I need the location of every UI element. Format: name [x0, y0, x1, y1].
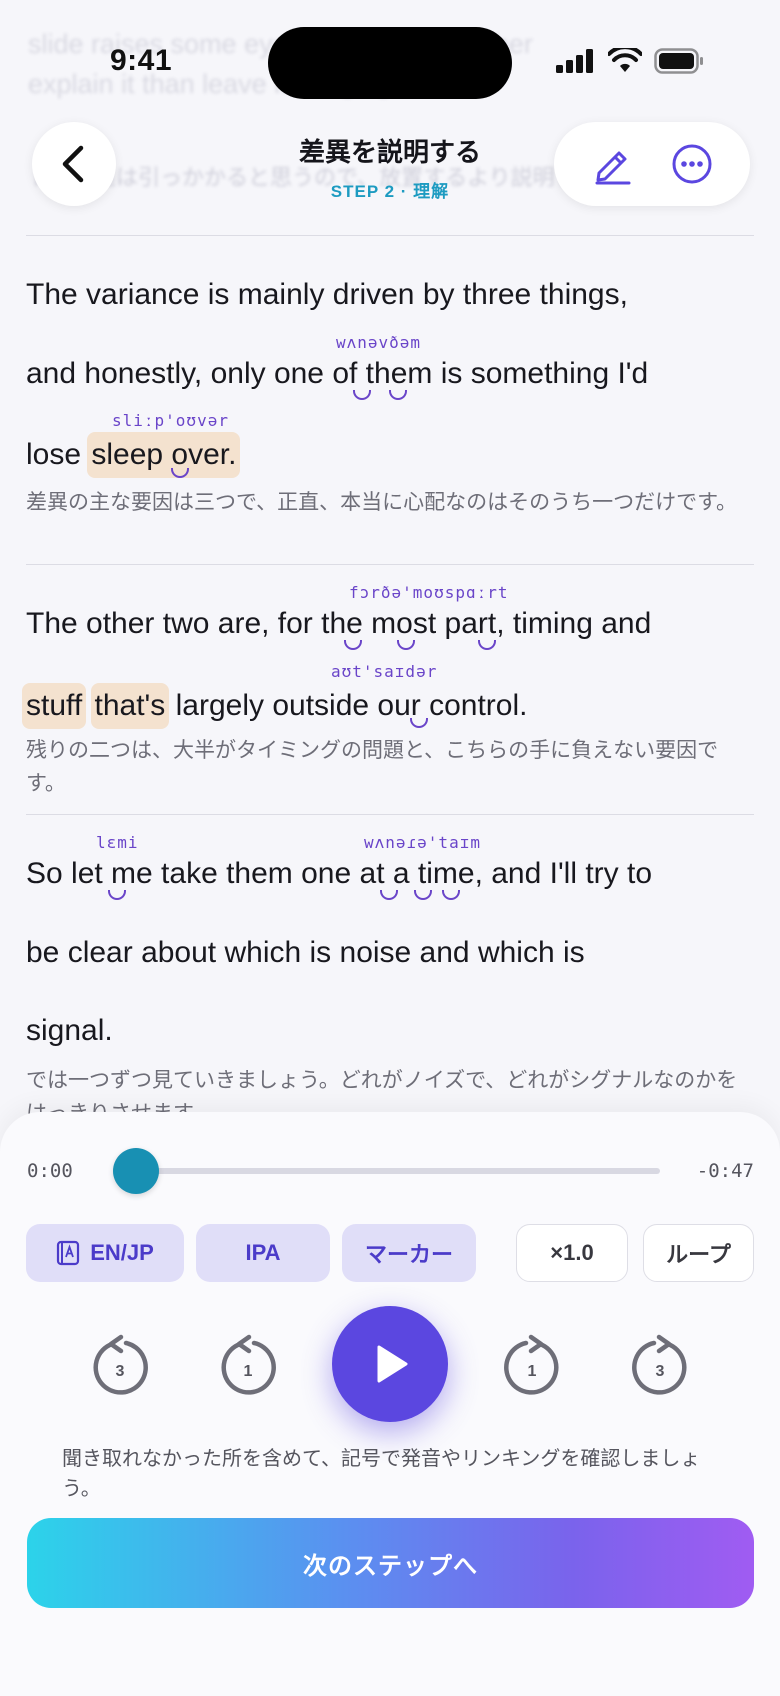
status-bar: 9:41: [0, 0, 780, 110]
ipa-annotation: lɛmi: [96, 833, 139, 852]
sentence-line: So let me take them one at a time, and I…: [26, 857, 653, 890]
pencil-icon: [595, 151, 631, 185]
loop-label: ループ: [666, 1242, 731, 1267]
battery-icon: [654, 48, 703, 74]
skip-forward-1-label: 1: [528, 1363, 537, 1380]
ipa-annotation: aʊt'saɪdər: [331, 662, 438, 681]
toggle-ipa[interactable]: IPA: [196, 1224, 330, 1282]
header-title-group: 差異を説明する STEP 2 · 理解: [190, 132, 590, 202]
remaining-time: -0:47: [696, 1160, 754, 1182]
speed-label: ×1.0: [550, 1240, 594, 1265]
sentence-line: The other two are, for the most part, ti…: [26, 607, 652, 640]
speed-button[interactable]: ×1.0: [516, 1224, 628, 1282]
linking-mark: [389, 390, 407, 400]
toggle-en-jp-label: EN/JP: [90, 1240, 154, 1265]
skip-back-1-label: 1: [244, 1363, 253, 1380]
linking-mark: [344, 640, 362, 650]
chevron-left-icon: [62, 145, 84, 183]
skip-back-3-label: 3: [116, 1363, 125, 1380]
toggle-ipa-label: IPA: [245, 1240, 281, 1265]
book-icon: [57, 1240, 80, 1266]
linking-mark: [478, 640, 496, 650]
sentence-line: lose sleep over.: [26, 432, 241, 478]
toggle-marker[interactable]: マーカー: [342, 1224, 476, 1282]
back-button[interactable]: [32, 122, 116, 206]
hint-text: 聞き取れなかった所を含めて、記号で発音やリンキングを確認しましょう。: [62, 1448, 701, 1500]
wifi-icon: [608, 48, 642, 72]
ipa-annotation: wʌnəvðəm: [336, 333, 422, 352]
skip-forward-1-button[interactable]: 1: [502, 1334, 562, 1398]
skip-back-1-button[interactable]: 1: [218, 1334, 278, 1398]
cellular-signal-icon: [556, 49, 593, 73]
ipa-annotation: wʌnəɾə'taɪm: [364, 833, 481, 852]
toggle-en-jp[interactable]: EN/JP: [26, 1224, 184, 1282]
linking-mark: [380, 890, 398, 900]
divider: [26, 564, 754, 565]
sentence-translation: 残りの二つは、大半がタイミングの問題と、こちらの手に負えない要因です。: [26, 739, 719, 795]
skip-forward-3-button[interactable]: 3: [630, 1334, 690, 1398]
sentence-line: be clear about which is noise and which …: [26, 936, 585, 969]
loop-button[interactable]: ループ: [643, 1224, 754, 1282]
rotate-ccw-icon: 3: [93, 1334, 148, 1395]
sentence-line: signal.: [26, 1014, 113, 1047]
ipa-annotation: sliːp'oʊvər: [112, 411, 229, 430]
divider: [26, 814, 754, 815]
edit-button[interactable]: [582, 134, 642, 194]
header-actions: [554, 122, 750, 206]
sentence-line: and honestly, only one of them is someth…: [26, 357, 649, 390]
linking-mark: [414, 890, 432, 900]
seek-thumb[interactable]: [113, 1148, 159, 1194]
toggle-marker-label: マーカー: [364, 1242, 453, 1267]
seek-bar[interactable]: [136, 1168, 660, 1174]
status-time: 9:41: [110, 44, 173, 77]
skip-forward-3-label: 3: [656, 1363, 665, 1380]
dynamic-island: [268, 27, 512, 99]
sentence-line: stuff that's largely outside our control…: [22, 683, 528, 729]
marked-phrase[interactable]: sleep over.: [87, 432, 241, 478]
marked-word[interactable]: stuff: [22, 683, 87, 729]
linking-mark: [353, 390, 371, 400]
linking-mark: [108, 890, 126, 900]
rotate-cw-icon: 1: [504, 1334, 559, 1395]
sentence-translation: 差異の主な要因は三つで、正直、本当に心配なのはそのうち一つだけです。: [26, 491, 738, 514]
next-step-label: 次のステップへ: [303, 1552, 478, 1580]
word: lose: [26, 438, 90, 471]
linking-mark: [397, 640, 415, 650]
marked-word[interactable]: that's: [90, 683, 170, 729]
step-indicator: STEP 2 · 理解: [330, 182, 450, 201]
play-icon: [377, 1345, 408, 1383]
rotate-ccw-icon: 1: [221, 1334, 276, 1395]
page-title: 差異を説明する: [298, 137, 481, 167]
sentence-line: The variance is mainly driven by three t…: [26, 278, 628, 311]
linking-mark: [442, 890, 460, 900]
play-button[interactable]: [332, 1306, 448, 1422]
more-options-button[interactable]: [662, 134, 722, 194]
more-horizontal-icon: [672, 144, 712, 184]
next-step-button[interactable]: 次のステップへ: [27, 1518, 754, 1608]
ipa-annotation: fɔrðə'moʊspɑːrt: [349, 583, 509, 602]
rotate-cw-icon: 3: [632, 1334, 687, 1395]
word: largely outside our control.: [167, 689, 528, 722]
divider: [26, 235, 754, 236]
current-time: 0:00: [27, 1160, 73, 1182]
skip-back-3-button[interactable]: 3: [90, 1334, 150, 1398]
